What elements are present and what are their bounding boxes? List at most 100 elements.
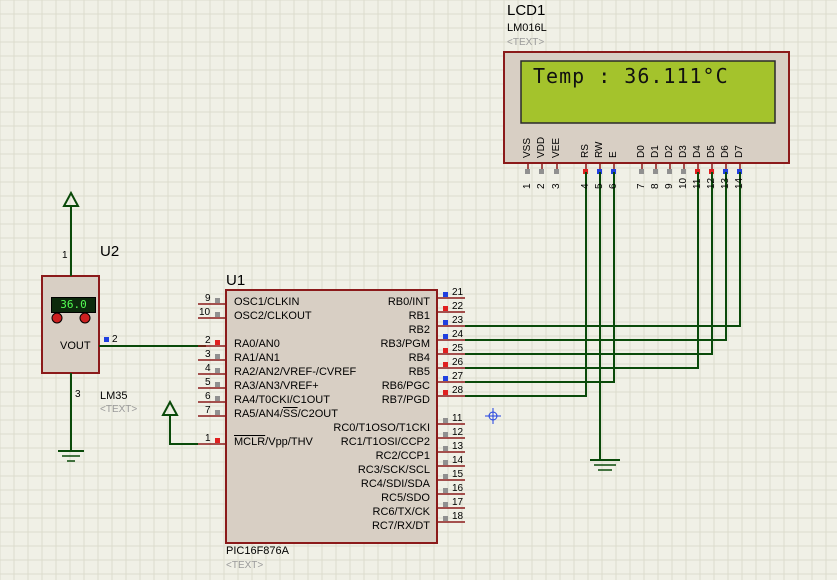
mcu-left-pin-number: 9 (205, 293, 211, 304)
mcu-left-pin-number: 3 (205, 349, 211, 360)
sensor-knob-left (51, 312, 63, 324)
mcu-right-pin-label: RC0/T1OSO/T1CKI (333, 422, 430, 434)
mcu-right-pin-label: RB7/PGD (381, 394, 430, 406)
lcd-pin-number: 14 (734, 177, 745, 189)
lcd-pin-number: 4 (580, 183, 591, 189)
lcd-pin-dot (667, 169, 672, 174)
mcu-left-pin-number: 10 (199, 307, 211, 318)
mcu-right-pin-number: 26 (452, 357, 464, 368)
mcu-left-pin-label: RA0/AN0 (234, 338, 280, 350)
mcu-right-pin-number: 16 (452, 483, 464, 494)
mcu-right-pin-label: RB1 (408, 310, 430, 322)
mcu-left-pin-label: RA2/AN2/VREF-/CVREF (234, 366, 357, 378)
lcd-pin-name: D4 (692, 145, 703, 158)
sensor-vout-pin-dot (104, 337, 109, 342)
mcu-right-pin-number: 23 (452, 315, 464, 326)
sensor-ref-label[interactable]: U2 (100, 243, 119, 260)
power-terminal-sensor (62, 190, 80, 207)
mcu-right-pin-dot (443, 418, 448, 423)
mcu-left-pin-dot (215, 438, 220, 443)
mcu-right-pin-dot (443, 390, 448, 395)
lcd-pin-name: VSS (522, 137, 533, 158)
sensor-vout-label: VOUT (60, 340, 91, 352)
mcu-left-pin-dot (215, 396, 220, 401)
mcu-right-pin-number: 18 (452, 511, 464, 522)
mcu-right-pin-number: 11 (452, 413, 463, 424)
lcd-pin-name: D2 (664, 145, 675, 158)
lcd-pin-dot (681, 169, 686, 174)
lcd-pin-number: 2 (536, 183, 547, 189)
mcu-right-pin-dot (443, 488, 448, 493)
lcd-pin-number: 1 (522, 183, 533, 189)
mcu-right-pin-dot (443, 320, 448, 325)
mcu-right-pin-dot (443, 348, 448, 353)
lcd-pin-dot (653, 169, 658, 174)
sensor-readout[interactable]: 36.0 (51, 297, 96, 313)
lcd-pin-number: 11 (692, 178, 703, 189)
mcu-left-pin-number: 6 (205, 391, 211, 402)
lcd-ref-label[interactable]: LCD1 (507, 2, 545, 19)
lcd-pin-name: D0 (636, 145, 647, 158)
mcu-right-pin-dot (443, 292, 448, 297)
sensor-text-tag: <TEXT> (100, 404, 138, 415)
mcu-right-pin-number: 12 (452, 427, 464, 438)
mcu-right-pin-dot (443, 460, 448, 465)
mcu-right-pin-dot (443, 474, 448, 479)
mcu-ref-label[interactable]: U1 (226, 272, 245, 289)
mcu-right-pin-number: 21 (452, 287, 464, 298)
mcu-right-pin-dot (443, 516, 448, 521)
mcu-right-pin-label: RB2 (408, 324, 430, 336)
mcu-right-pin-dot (443, 362, 448, 367)
lcd-pin-name: VDD (536, 136, 547, 158)
lcd-pin-number: 9 (664, 183, 675, 189)
mcu-right-pin-number: 25 (452, 343, 464, 354)
mcu-right-pin-number: 27 (452, 371, 464, 382)
mcu-right-pin-label: RB6/PGC (381, 380, 430, 392)
lcd-pin-name: RW (594, 141, 605, 158)
lcd-pin-dot (525, 169, 530, 174)
sensor-pin-gnd-number: 3 (75, 389, 81, 400)
lcd-pin-name: RS (580, 144, 591, 158)
mcu-right-pin-dot (443, 334, 448, 339)
lcd-pin-name: VEE (551, 137, 562, 158)
sensor-pin-vout-number: 2 (112, 334, 118, 345)
mcu-left-pin-label: RA1/AN1 (234, 352, 280, 364)
mcu-right-pin-label: RC1/T1OSI/CCP2 (340, 436, 430, 448)
mcu-left-pin-dot (215, 354, 220, 359)
lcd-pin-dot (554, 169, 559, 174)
mcu-right-pin-number: 14 (452, 455, 464, 466)
mcu-left-pin-dot (215, 382, 220, 387)
lcd-pin-dot (539, 169, 544, 174)
lcd-pin-name: D3 (678, 145, 689, 158)
lcd-pin-dot (639, 169, 644, 174)
mcu-left-pin-label: MCLR/Vpp/THV (234, 436, 313, 448)
lcd-pin-name: E (608, 151, 619, 158)
mcu-right-pin-label: RC4/SDI/SDA (360, 478, 430, 490)
lcd-pin-name: D7 (734, 145, 745, 158)
mcu-right-pin-dot (443, 376, 448, 381)
mcu-left-pin-dot (215, 368, 220, 373)
mcu-left-pin-label: RA3/AN3/VREF+ (234, 380, 319, 392)
power-terminal-mclr (161, 399, 179, 416)
mcu-right-pin-number: 15 (452, 469, 464, 480)
mcu-right-pin-number: 13 (452, 441, 464, 452)
mcu-left-pin-label: RA4/T0CKI/C1OUT (234, 394, 330, 406)
sensor-body (41, 275, 100, 374)
mcu-right-pin-number: 28 (452, 385, 464, 396)
mcu-left-pin-dot (215, 298, 220, 303)
mcu-part-label: PIC16F876A (226, 545, 289, 557)
wire-mclr (169, 415, 198, 445)
mcu-right-pin-number: 22 (452, 301, 464, 312)
mcu-left-pin-dot (215, 410, 220, 415)
mcu-left-pin-number: 5 (205, 377, 211, 388)
mcu-left-pin-dot (215, 312, 220, 317)
mcu-right-pin-label: RC7/RX/DT (371, 520, 430, 532)
wire-rb5-d4 (465, 172, 699, 369)
mcu-right-pin-label: RC6/TX/CK (372, 506, 430, 518)
wire-rb7-rs (465, 172, 587, 397)
lcd-pin-number: 3 (551, 183, 562, 189)
mcu-right-pin-label: RC2/CCP1 (375, 450, 430, 462)
lcd-pin-name: D5 (706, 145, 717, 158)
mcu-right-pin-dot (443, 446, 448, 451)
mcu-left-pin-number: 2 (205, 335, 211, 346)
